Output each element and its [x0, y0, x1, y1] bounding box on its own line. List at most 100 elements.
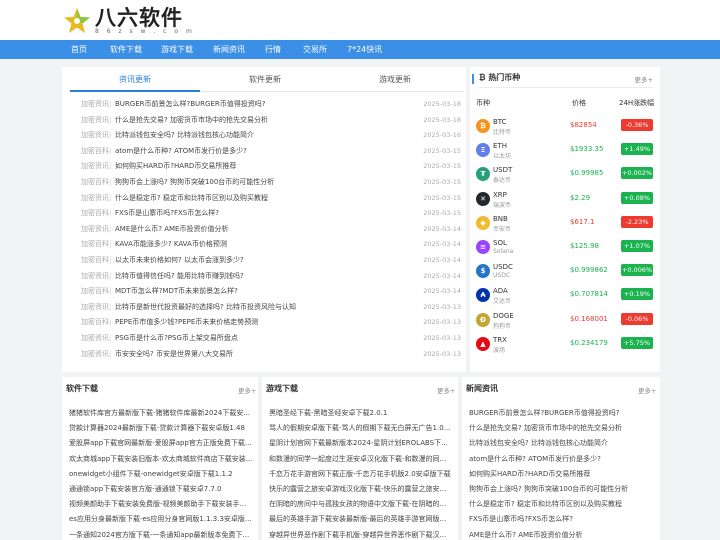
- list-item[interactable]: 快乐的露营之旅安卓游戏汉化版下载-快乐的露营之旅安...: [269, 482, 452, 496]
- news-category[interactable]: 加密资讯: [81, 159, 109, 174]
- coin-row[interactable]: Ð DOGE 狗狗币 $0.168001 -0.06%: [474, 310, 658, 334]
- list-item[interactable]: 最后的英雄手游下载安装最新版-最后的英雄手游官网版...: [269, 512, 452, 526]
- news-title[interactable]: 以太币未来价格如何? 以太币会涨到多少?: [115, 253, 244, 268]
- news-more-link[interactable]: 更多+: [638, 385, 656, 395]
- news-category[interactable]: 加密资讯: [81, 113, 109, 128]
- list-item[interactable]: 骂人的假期安卓版下载-骂人的假期下载无白屏无广告1.0...: [269, 421, 452, 435]
- news-title[interactable]: KAVA币能涨多少? KAVA币价格预测: [115, 237, 227, 252]
- coin-row[interactable]: Ξ ETH 以太坊 $1933.35 +1.49%: [474, 140, 658, 164]
- news-row[interactable]: 加密资讯 | 什么是抢先交易? 加密货币市场中的抢先交易分析 2025-03-18: [81, 113, 461, 128]
- news-title[interactable]: atom是什么币种? ATOM币发行价是多少?: [115, 144, 247, 159]
- news-category[interactable]: 加密百科: [81, 206, 109, 221]
- news-row[interactable]: 加密百科 | 以太币未来价格如何? 以太币会涨到多少? 2025-03-14: [81, 253, 461, 268]
- news-row[interactable]: 加密资讯 | BURGER币前景怎么样?BURGER币值得投资吗? 2025-03-1…: [81, 97, 461, 112]
- coin-row[interactable]: $ USDC USDC $0.999862 +0.006%: [474, 261, 658, 285]
- list-item[interactable]: 视频美颜助手下载安装免费版-视频美颜助手下载安装手...: [69, 497, 252, 511]
- coin-row[interactable]: ✕ XRP 瑞波币 $2.29 +0.08%: [474, 189, 658, 213]
- news-category[interactable]: 加密资讯: [81, 222, 109, 237]
- coin-row[interactable]: ◆ BNB 币安币 $617.1 -2.23%: [474, 213, 658, 237]
- news-title[interactable]: 比特派钱包安全吗? 比特派钱包核心功能简介: [115, 128, 254, 143]
- list-item[interactable]: FXS币是山寨币吗?FXS币怎么样?: [469, 512, 652, 526]
- news-row[interactable]: 加密百科 | MDT币怎么样?MDT币未来前景怎么样? 2025-03-14: [81, 284, 461, 299]
- list-item[interactable]: BURGER币前景怎么样?BURGER币值得投资吗?: [469, 406, 652, 420]
- news-title[interactable]: 狗狗币会上涨吗? 狗狗币突破100台币的可能性分析: [115, 175, 274, 190]
- list-item[interactable]: 贷款计算器2024最新版下载-贷款计算器下载安卓版1.48: [69, 421, 252, 435]
- list-item[interactable]: 千恋万花手游官网下载正版-千恋万花手机版2.0安卓版下载: [269, 467, 452, 481]
- news-row[interactable]: 加密百科 | 狗狗币会上涨吗? 狗狗币突破100台币的可能性分析 2025-03-15: [81, 175, 461, 190]
- news-category[interactable]: 加密资讯: [81, 331, 109, 346]
- tab-news-update[interactable]: 资讯更新: [70, 70, 200, 92]
- news-title[interactable]: PEPE币市值多少钱?PEPE币未来价格走势预测: [115, 315, 258, 330]
- news-row[interactable]: 加密百科 | atom是什么币种? ATOM币发行价是多少? 2025-03-15: [81, 144, 461, 159]
- nav-games[interactable]: 游戏下载: [161, 40, 193, 59]
- tab-software-update[interactable]: 软件更新: [200, 70, 330, 92]
- coin-row[interactable]: ₿ BTC 比特币 $82854 -0.36%: [474, 116, 658, 140]
- site-logo[interactable]: 八六软件 8 6 z s w . c o m: [62, 6, 195, 36]
- news-title[interactable]: BURGER币前景怎么样?BURGER币值得投资吗?: [115, 97, 265, 112]
- news-title[interactable]: MDT币怎么样?MDT币未来前景怎么样?: [115, 284, 238, 299]
- list-item[interactable]: 猪猪软件库官方最新版下载-猪猪软件库最新2024下载安...: [69, 406, 252, 420]
- nav-market[interactable]: 行情: [265, 40, 281, 59]
- list-item[interactable]: atom是什么币种? ATOM币发行价是多少?: [469, 452, 652, 466]
- news-row[interactable]: 加密资讯 | AME是什么币? AME币投资价值分析 2025-03-14: [81, 222, 461, 237]
- news-row[interactable]: 加密百科 | PEPE币市值多少钱?PEPE币未来价格走势预测 2025-03-13: [81, 315, 461, 330]
- news-title[interactable]: 比特币值得信任吗? 能用比特币赚到钱吗?: [115, 269, 244, 284]
- coin-more-link[interactable]: 更多+: [635, 74, 653, 84]
- list-item[interactable]: 如何购买HARD币?HARD币交易所推荐: [469, 467, 652, 481]
- list-item[interactable]: 黑暗圣经下载-黑暗圣经安卓下载2.0.1: [269, 406, 452, 420]
- list-item[interactable]: 和数漫的同学一起度过生涯安卓汉化版下载-和数漫的同...: [269, 452, 452, 466]
- coin-row[interactable]: ₳ ADA 艾达币 $0.707814 +0.19%: [474, 285, 658, 309]
- software-more-link[interactable]: 更多+: [238, 385, 256, 395]
- news-category[interactable]: 加密资讯: [81, 97, 109, 112]
- list-item[interactable]: 什么是稳定币? 稳定币和比特币区别以及购买教程: [469, 497, 652, 511]
- list-item[interactable]: 穿越异世界恶作剧下载手机版-穿越异世界恶作剧下载汉...: [269, 528, 452, 540]
- list-item[interactable]: 星阴计划官网下载最新版本2024-星阴计划EROLABS下...: [269, 436, 452, 450]
- news-category[interactable]: 加密资讯: [81, 128, 109, 143]
- list-item[interactable]: 比特派钱包安全吗? 比特派钱包核心功能简介: [469, 436, 652, 450]
- news-title[interactable]: FXS币是山寨币吗?FXS币怎么样?: [115, 206, 219, 221]
- list-item[interactable]: 什么是抢先交易? 加密货币市场中的抢先交易分析: [469, 421, 652, 435]
- list-item[interactable]: 狗狗币会上涨吗? 狗狗币突破100台币的可能性分析: [469, 482, 652, 496]
- news-title[interactable]: 什么是稳定币? 稳定币和比特币区别以及购买教程: [115, 191, 268, 206]
- news-category[interactable]: 加密资讯: [81, 191, 109, 206]
- list-item[interactable]: es应用分身最新版下载-es应用分身官网版1.1.3.3安卓版...: [69, 512, 252, 526]
- list-item[interactable]: 在阴暗的房间中与孤独女孩的物语中文版下载-在阴暗的...: [269, 497, 452, 511]
- nav-home[interactable]: 首页: [71, 40, 87, 59]
- news-row[interactable]: 加密资讯 | 如何购买HARD币?HARD币交易所推荐 2025-03-15: [81, 159, 461, 174]
- news-row[interactable]: 加密百科 | FXS币是山寨币吗?FXS币怎么样? 2025-03-15: [81, 206, 461, 221]
- news-row[interactable]: 加密资讯 | 什么是稳定币? 稳定币和比特币区别以及购买教程 2025-03-15: [81, 191, 461, 206]
- coin-row[interactable]: ≡ SOL Solana $125.98 +1.07%: [474, 237, 658, 261]
- news-row[interactable]: 加密资讯 | 比特派钱包安全吗? 比特派钱包核心功能简介 2025-03-16: [81, 128, 461, 143]
- news-title[interactable]: 什么是抢先交易? 加密货币市场中的抢先交易分析: [115, 113, 268, 128]
- news-title[interactable]: 比特币是新世代投资最好的选择吗? 比特币投资风险与认知: [115, 300, 296, 315]
- nav-exchange[interactable]: 交易所: [303, 40, 327, 59]
- news-row[interactable]: 加密资讯 | PSG币是什么币?PSG币上架交易所盘点 2025-03-13: [81, 331, 461, 346]
- coin-row[interactable]: ▲ TRX 波场 $0.234179 +5.75%: [474, 334, 658, 358]
- list-item[interactable]: onewidget小组件下载-onewidget安卓版下载1.1.2: [69, 467, 252, 481]
- news-category[interactable]: 加密百科: [81, 237, 109, 252]
- list-item[interactable]: 爱股屏app下载官网最新版-爱股屏app官方正版免费下载...: [69, 436, 252, 450]
- news-row[interactable]: 加密百科 | KAVA币能涨多少? KAVA币价格预测 2025-03-14: [81, 237, 461, 252]
- coin-row[interactable]: ₮ USDT 泰达币 $0.99985 +0.002%: [474, 164, 658, 188]
- news-category[interactable]: 加密资讯: [81, 300, 109, 315]
- news-category[interactable]: 加密资讯: [81, 269, 109, 284]
- news-category[interactable]: 加密百科: [81, 253, 109, 268]
- news-row[interactable]: 加密资讯 | 比特币是新世代投资最好的选择吗? 比特币投资风险与认知 2025-03-…: [81, 300, 461, 315]
- news-category[interactable]: 加密百科: [81, 175, 109, 190]
- news-category[interactable]: 加密百科: [81, 315, 109, 330]
- news-row[interactable]: 加密资讯 | 比特币值得信任吗? 能用比特币赚到钱吗? 2025-03-14: [81, 269, 461, 284]
- list-item[interactable]: 欢太商城app下载安装旧版本-欢太商城软件商店下载安装...: [69, 452, 252, 466]
- news-title[interactable]: AME是什么币? AME币投资价值分析: [115, 222, 228, 237]
- news-category[interactable]: 加密百科: [81, 144, 109, 159]
- nav-news[interactable]: 新闻资讯: [213, 40, 245, 59]
- news-category[interactable]: 加密百科: [81, 284, 109, 299]
- news-category[interactable]: 加密资讯: [81, 347, 109, 362]
- list-item[interactable]: AME是什么币? AME币投资价值分析: [469, 528, 652, 540]
- nav-flash[interactable]: 7*24快讯: [347, 40, 382, 59]
- list-item[interactable]: 一条通知2024官方版下载-一条通知app最新版本免费下...: [69, 528, 252, 540]
- news-title[interactable]: 如何购买HARD币?HARD币交易所推荐: [115, 159, 236, 174]
- list-item[interactable]: 通通锁app下载安装官方版-通通锁下载安卓7.7.0: [69, 482, 252, 496]
- news-title[interactable]: 币安安全吗? 币安是世界第八大交易所: [115, 347, 233, 362]
- tab-game-update[interactable]: 游戏更新: [330, 70, 460, 92]
- news-title[interactable]: PSG币是什么币?PSG币上架交易所盘点: [115, 331, 238, 346]
